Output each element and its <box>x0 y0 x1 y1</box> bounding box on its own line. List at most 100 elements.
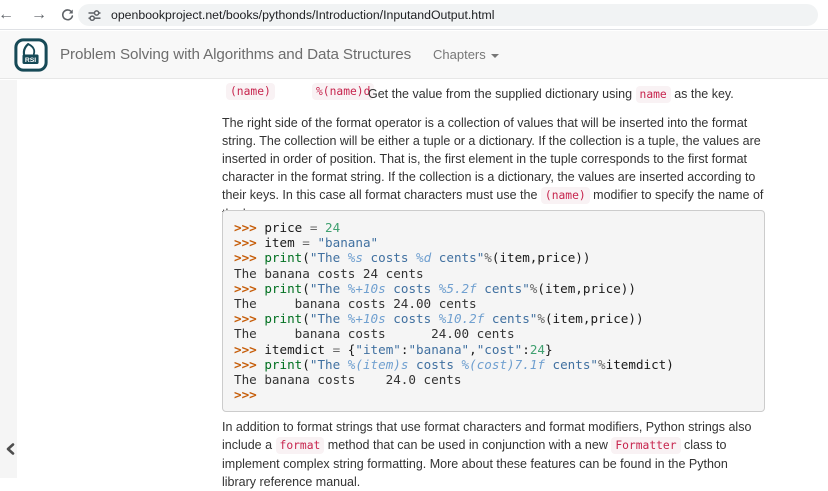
modifier-cell: (name) <box>226 83 275 100</box>
chevron-left-icon <box>3 441 19 457</box>
site-header: RSI Problem Solving with Algorithms and … <box>0 31 828 79</box>
code-token: (item,price)) <box>545 311 644 326</box>
code-token: "item" <box>355 342 401 357</box>
code-token: ( <box>302 357 310 372</box>
code-token: itemdict <box>264 342 332 357</box>
code-token: (item,price)) <box>537 281 636 296</box>
code-token: costs <box>386 281 439 296</box>
page-content: (name) %(name)d Get the value from the s… <box>222 80 765 478</box>
code-token: %s <box>348 250 363 265</box>
code-token: %(item)s <box>348 357 409 372</box>
reload-icon[interactable] <box>55 3 79 27</box>
example-cell: %(name)d <box>312 83 374 100</box>
rsi-logo-icon: RSI <box>14 38 48 72</box>
code-token: : <box>522 342 530 357</box>
code-token: >>> <box>234 250 264 265</box>
code-token: >>> <box>234 235 264 250</box>
code-token: "The <box>310 311 348 326</box>
code-token: % <box>537 311 545 326</box>
python-session-codeblock: >>> price = 24>>> item = "banana">>> pri… <box>222 210 765 412</box>
code-token: cents" <box>431 250 484 265</box>
url-text: openbookproject.net/books/pythonds/Intro… <box>111 8 495 22</box>
code-token: cents" <box>545 357 598 372</box>
code-token: >>> <box>234 342 264 357</box>
code-token: "The <box>310 357 348 372</box>
code-line: >>> print("The %s costs %d cents"%(item,… <box>234 250 753 265</box>
inline-code: name <box>636 86 671 103</box>
code-token: >>> <box>234 281 264 296</box>
code-token: >>> <box>234 357 264 372</box>
forward-icon[interactable]: → <box>27 3 51 27</box>
code-token: %5.2f <box>439 281 477 296</box>
address-bar[interactable]: openbookproject.net/books/pythonds/Intro… <box>78 4 818 26</box>
code-token: >>> <box>234 387 257 402</box>
chapters-menu[interactable]: Chapters <box>433 31 499 79</box>
code-token: The banana costs 24.00 cents <box>234 326 515 341</box>
code-token: ( <box>302 281 310 296</box>
text-run: method that can be used in conjunction w… <box>324 438 611 452</box>
code-line: The banana costs 24.00 cents <box>234 326 753 341</box>
code-token: print <box>264 357 302 372</box>
rsi-logo[interactable]: RSI <box>14 38 48 72</box>
code-token: cents" <box>484 311 537 326</box>
code-token: print <box>264 250 302 265</box>
code-token: item <box>264 235 302 250</box>
code-line: >>> print("The %(item)s costs %(cost)7.1… <box>234 357 753 372</box>
code-token: } <box>545 342 553 357</box>
book-title[interactable]: Problem Solving with Algorithms and Data… <box>60 31 411 79</box>
code-token: cents" <box>477 281 530 296</box>
code-token: The banana costs 24.00 cents <box>234 296 477 311</box>
back-icon[interactable]: ← <box>0 3 18 27</box>
code-line: The banana costs 24.0 cents <box>234 372 753 387</box>
code-token: 24 <box>325 220 340 235</box>
paragraph-format-method: In addition to format strings that use f… <box>222 418 765 491</box>
browser-toolbar: ← → openbookproject.net/books/pythonds/I… <box>0 0 828 30</box>
code-token: print <box>264 281 302 296</box>
code-token: %+10s <box>348 311 386 326</box>
rsi-logo-text: RSI <box>25 57 36 64</box>
code-line: The banana costs 24.00 cents <box>234 296 753 311</box>
code-token: 24 <box>530 342 545 357</box>
code-line: >>> print("The %+10s costs %10.2f cents"… <box>234 311 753 326</box>
code-token: , <box>469 342 477 357</box>
code-line: >>> print("The %+10s costs %5.2f cents"%… <box>234 281 753 296</box>
code-line: >>> <box>234 387 753 402</box>
code-token: costs <box>408 357 461 372</box>
code-line: >>> itemdict = {"item":"banana","cost":2… <box>234 342 753 357</box>
tune-icon-glyph <box>87 8 102 23</box>
code-token <box>317 220 325 235</box>
code-token: %10.2f <box>439 311 485 326</box>
code-line: >>> price = 24 <box>234 220 753 235</box>
description-cell: Get the value from the supplied dictiona… <box>368 86 734 103</box>
code-token: costs <box>363 250 416 265</box>
code-token: % <box>484 250 492 265</box>
site-settings-icon[interactable] <box>87 8 102 23</box>
code-token: price <box>264 220 310 235</box>
code-line: >>> item = "banana" <box>234 235 753 250</box>
code-token: ( <box>302 311 310 326</box>
code-token: = <box>302 235 310 250</box>
code-token: >>> <box>234 220 264 235</box>
code-token: { <box>340 342 355 357</box>
left-gutter <box>0 80 17 478</box>
format-modifier-table-row: (name) %(name)d Get the value from the s… <box>222 82 765 106</box>
code-token: "The <box>310 281 348 296</box>
chapters-label: Chapters <box>433 47 486 62</box>
code-token: "cost" <box>477 342 523 357</box>
code-token: itemdict) <box>606 357 674 372</box>
reload-icon-glyph <box>60 8 75 23</box>
chevron-down-icon <box>491 54 499 58</box>
text-run: as the key. <box>671 87 734 101</box>
code-line: The banana costs 24 cents <box>234 266 753 281</box>
code-token: %d <box>416 250 431 265</box>
code-token: The banana costs 24.0 cents <box>234 372 461 387</box>
paragraph-format-operator: The right side of the format operator is… <box>222 114 765 223</box>
code-token: ( <box>302 250 310 265</box>
inline-code: (name) <box>541 187 590 204</box>
code-token: costs <box>386 311 439 326</box>
code-token: "The <box>310 250 348 265</box>
previous-page-chevron[interactable] <box>3 441 19 457</box>
code-token: "banana" <box>317 235 378 250</box>
code-token: %+10s <box>348 281 386 296</box>
code-token: >>> <box>234 311 264 326</box>
